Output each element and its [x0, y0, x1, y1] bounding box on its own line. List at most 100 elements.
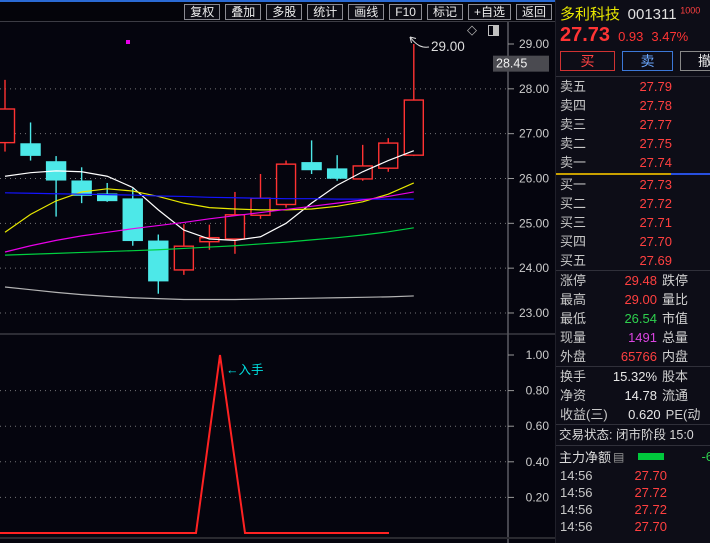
stat-label: 现量	[560, 328, 604, 347]
bid-row[interactable]: 买一 27.73	[556, 175, 710, 194]
toolbar-button-biaoji[interactable]: 标记	[427, 4, 463, 20]
bid-price: 27.73	[639, 175, 672, 194]
ask-row[interactable]: 卖五 27.79	[556, 77, 710, 96]
svg-text:27.00: 27.00	[519, 127, 549, 141]
kline-chart-area[interactable]: 29.0028.0027.0026.0025.0024.0023.0028.45…	[0, 22, 555, 543]
ask-row[interactable]: 卖一 27.74	[556, 153, 710, 172]
toolbar-button-fuquan[interactable]: 复权	[184, 4, 220, 20]
ask-label: 卖三	[560, 115, 586, 134]
ask-label: 卖四	[560, 96, 586, 115]
svg-text:29.00: 29.00	[519, 37, 549, 51]
bid-label: 买三	[560, 213, 586, 232]
kline-chart-svg[interactable]: 29.0028.0027.0026.0025.0024.0023.0028.45…	[0, 22, 555, 543]
price-change-pct: 3.47%	[651, 29, 688, 44]
stat-label: 涨停	[560, 271, 604, 290]
main-flow-label: 主力净额	[559, 447, 611, 466]
stock-header: 多利科技 001311 1000	[556, 0, 710, 22]
bid-price: 27.71	[639, 213, 672, 232]
svg-text:26.00: 26.00	[519, 171, 549, 185]
signal-indicator: ←入手	[0, 355, 389, 533]
bid-row[interactable]: 买二 27.72	[556, 194, 710, 213]
stock-code: 001311	[628, 6, 677, 23]
main-capital-flow-row: 主力净额 ▤ -6	[556, 446, 710, 467]
tick-row: 14:56 27.72	[556, 501, 710, 518]
sell-button[interactable]: 卖	[622, 51, 673, 71]
stat-value: 14.78	[604, 386, 657, 405]
bid-row[interactable]: 买四 27.70	[556, 232, 710, 251]
tick-row: 14:56 27.70	[556, 467, 710, 484]
stat-value: 15.32%	[604, 367, 657, 386]
bid-label: 买五	[560, 251, 586, 270]
stock-name: 多利科技	[560, 6, 620, 23]
stat-label2: 流通	[657, 386, 710, 405]
stat-label2: 量比	[657, 290, 710, 309]
toolbar-button-add-watchlist[interactable]: +自选	[468, 4, 511, 20]
toolbar-button-huaxian[interactable]: 画线	[348, 4, 384, 20]
stat-value: 29.48	[604, 271, 657, 290]
ask-price: 27.77	[639, 115, 672, 134]
stat-value: 65766	[604, 347, 657, 366]
tick-time: 14:56	[560, 501, 593, 518]
detail-list-icon[interactable]: ▤	[613, 450, 624, 464]
ask-row[interactable]: 卖四 27.78	[556, 96, 710, 115]
svg-text:0.80: 0.80	[526, 384, 550, 398]
tick-price: 27.70	[634, 518, 667, 535]
toolbar-button-diejia[interactable]: 叠加	[225, 4, 261, 20]
stat-value: 1491	[604, 328, 657, 347]
svg-text:0.40: 0.40	[526, 455, 550, 469]
ask-price: 27.74	[639, 153, 672, 172]
chart-column: 复权 叠加 多股 统计 画线 F10 标记 +自选 返回 29.00 28.00 2…	[0, 0, 555, 543]
svg-text:25.00: 25.00	[519, 216, 549, 230]
tick-row: 14:56 27.72	[556, 484, 710, 501]
tick-row: 14:56 27.70	[556, 518, 710, 535]
trading-status: 交易状态: 闭市阶段 15:0	[556, 425, 710, 445]
toolbar-button-f10[interactable]: F10	[389, 4, 422, 20]
stat-label2: 市值	[657, 309, 710, 328]
toolbar-button-tongji[interactable]: 统计	[307, 4, 343, 20]
svg-text:28.00: 28.00	[519, 82, 549, 96]
chart-gridlines	[0, 89, 508, 498]
price-row: 27.73 0.93 3.47%	[556, 22, 710, 48]
divider-blue-segment	[671, 173, 710, 175]
candlesticks	[0, 44, 423, 294]
tick-time: 14:56	[560, 467, 593, 484]
quote-panel: 多利科技 001311 1000 27.73 0.93 3.47% 买 卖 撤 …	[555, 0, 710, 543]
trading-app-window: 复权 叠加 多股 统计 画线 F10 标记 +自选 返回 29.00 28.00 2…	[0, 0, 710, 543]
svg-text:←入手: ←入手	[226, 363, 264, 377]
buy-button[interactable]: 买	[560, 51, 615, 71]
stat-label2: 总量	[657, 328, 710, 347]
order-buttons: 买 卖 撤	[556, 48, 710, 76]
svg-text:1.00: 1.00	[526, 348, 550, 362]
stat-label: 收益(三)	[560, 405, 608, 424]
stat-label2: PE(动	[661, 405, 710, 424]
stat-row: 最低 26.54 市值	[556, 309, 710, 328]
bid-label: 买四	[560, 232, 586, 251]
svg-text:0.60: 0.60	[526, 419, 550, 433]
last-price: 27.73	[560, 24, 610, 47]
ask-row[interactable]: 卖三 27.77	[556, 115, 710, 134]
stat-label2: 股本	[657, 367, 710, 386]
split-panel-icon[interactable]	[488, 25, 499, 36]
bid-row[interactable]: 买三 27.71	[556, 213, 710, 232]
ask-row[interactable]: 卖二 27.75	[556, 134, 710, 153]
bid-label: 买一	[560, 175, 586, 194]
stat-label2: 跌停	[657, 271, 710, 290]
stat-label: 净资	[560, 386, 604, 405]
flow-bar	[638, 453, 664, 460]
stat-label: 最低	[560, 309, 604, 328]
cancel-order-button[interactable]: 撤	[680, 51, 710, 71]
ask-price: 27.78	[639, 96, 672, 115]
bid-row[interactable]: 买五 27.69	[556, 251, 710, 270]
stat-row: 涨停 29.48 跌停	[556, 271, 710, 290]
toolbar-button-back[interactable]: 返回	[516, 4, 552, 20]
stat-value: 29.00	[604, 290, 657, 309]
stat-value: 0.620	[608, 405, 661, 424]
stat-row: 最高 29.00 量比	[556, 290, 710, 309]
stat-row: 换手 15.32% 股本	[556, 367, 710, 386]
diamond-marker-icon[interactable]: ◇	[467, 22, 477, 37]
tick-price: 27.72	[634, 501, 667, 518]
toolbar-button-duogu[interactable]: 多股	[266, 4, 302, 20]
bid-label: 买二	[560, 194, 586, 213]
stat-row: 收益(三) 0.620 PE(动	[556, 405, 710, 424]
stat-row: 外盘 65766 内盘	[556, 347, 710, 366]
